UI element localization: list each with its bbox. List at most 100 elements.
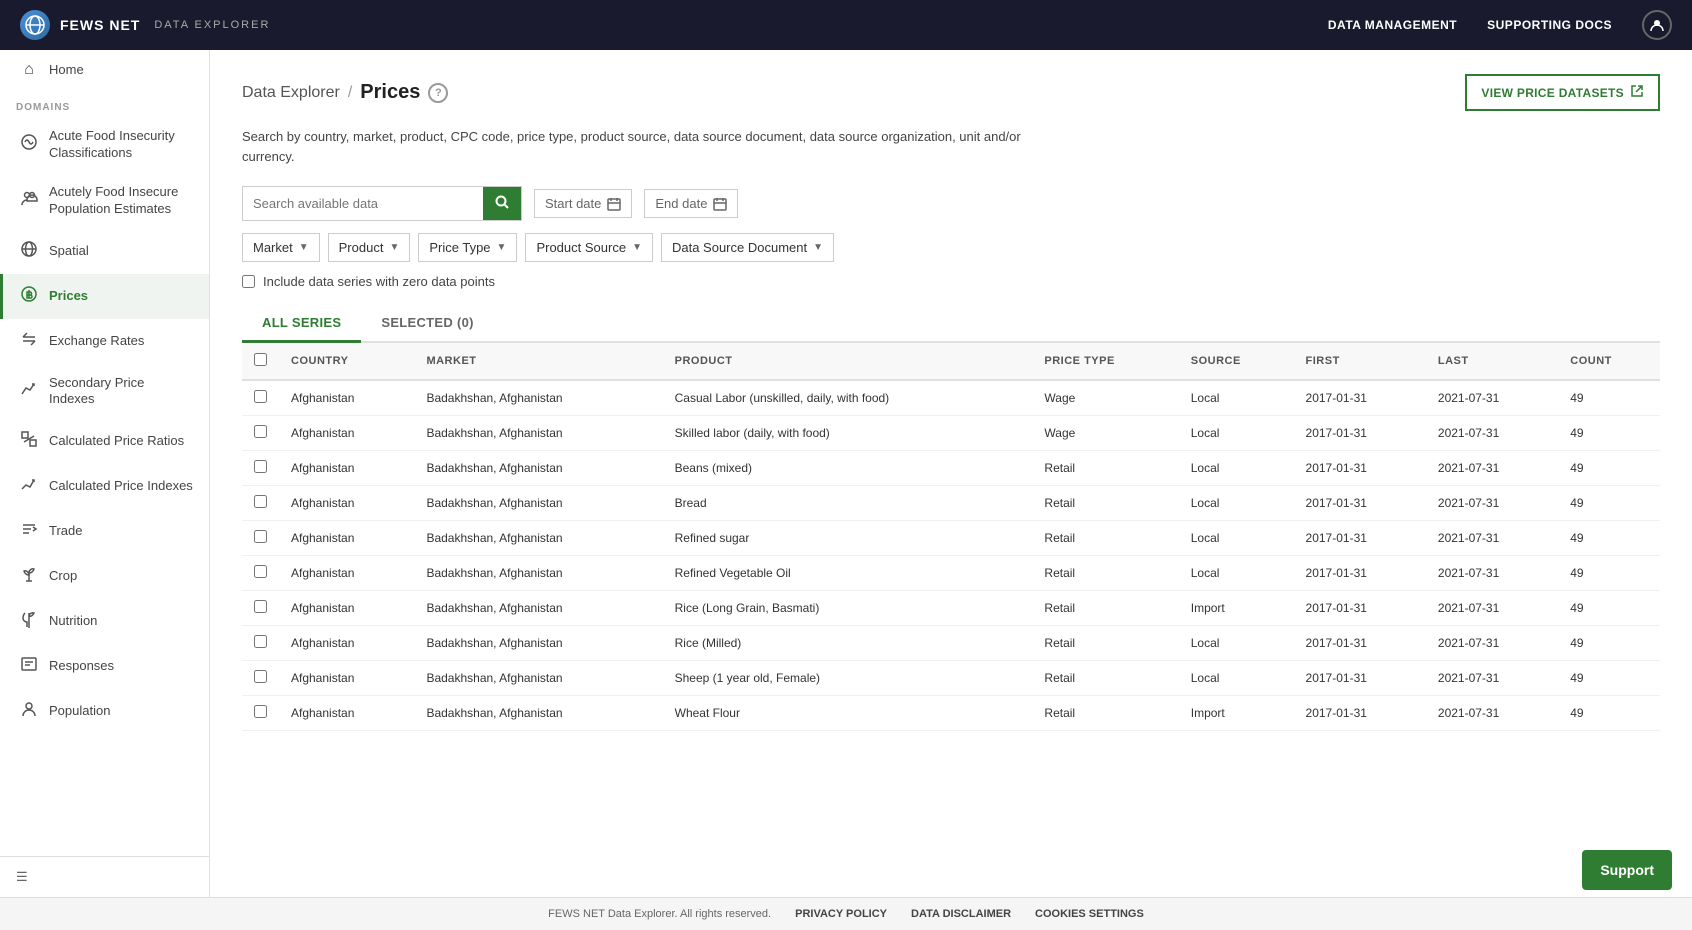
sidebar-item-spatial[interactable]: Spatial bbox=[0, 229, 209, 274]
sidebar-item-prices[interactable]: Prices bbox=[0, 274, 209, 319]
row-checkbox-5[interactable] bbox=[254, 565, 267, 578]
filter-price-type[interactable]: Price Type ▼ bbox=[418, 233, 517, 262]
price-ratios-icon bbox=[19, 430, 39, 453]
table-row[interactable]: Afghanistan Badakhshan, Afghanistan Refi… bbox=[242, 556, 1660, 591]
cell-price-type-2: Retail bbox=[1032, 451, 1178, 486]
cell-source-2: Local bbox=[1179, 451, 1294, 486]
cell-last-4: 2021-07-31 bbox=[1426, 521, 1558, 556]
view-price-datasets-btn[interactable]: VIEW PRICE DATASETS bbox=[1465, 74, 1660, 111]
row-checkbox-4[interactable] bbox=[254, 530, 267, 543]
end-date-input[interactable]: End date bbox=[644, 189, 738, 218]
cell-source-5: Local bbox=[1179, 556, 1294, 591]
row-checkbox-7[interactable] bbox=[254, 635, 267, 648]
zero-data-points-checkbox[interactable] bbox=[242, 275, 255, 288]
row-checkbox-cell[interactable] bbox=[242, 380, 279, 416]
sidebar-item-exchange-rates[interactable]: Exchange Rates bbox=[0, 319, 209, 364]
row-checkbox-cell[interactable] bbox=[242, 591, 279, 626]
page-description: Search by country, market, product, CPC … bbox=[242, 127, 1042, 166]
row-checkbox-2[interactable] bbox=[254, 460, 267, 473]
filter-market-label: Market bbox=[253, 240, 293, 255]
sidebar-label-indexes: Calculated Price Indexes bbox=[49, 478, 193, 495]
filter-product-label: Product bbox=[339, 240, 384, 255]
select-all-checkbox[interactable] bbox=[254, 353, 267, 366]
sidebar-item-responses[interactable]: Responses bbox=[0, 644, 209, 689]
sidebar-collapse-btn[interactable]: ☰ bbox=[0, 856, 209, 897]
data-disclaimer-link[interactable]: DATA DISCLAIMER bbox=[911, 908, 1011, 920]
sidebar-item-acutely-food-insecure[interactable]: Acutely Food Insecure Population Estimat… bbox=[0, 173, 209, 229]
brand-name: FEWS NET bbox=[60, 17, 140, 33]
table-row[interactable]: Afghanistan Badakhshan, Afghanistan Skil… bbox=[242, 416, 1660, 451]
sidebar-item-nutrition[interactable]: Nutrition bbox=[0, 599, 209, 644]
sidebar-item-population[interactable]: Population bbox=[0, 689, 209, 734]
cell-first-7: 2017-01-31 bbox=[1294, 626, 1426, 661]
filter-market[interactable]: Market ▼ bbox=[242, 233, 320, 262]
search-input[interactable] bbox=[243, 188, 483, 219]
cookies-settings-link[interactable]: COOKIES SETTINGS bbox=[1035, 908, 1144, 920]
row-checkbox-cell[interactable] bbox=[242, 486, 279, 521]
collapse-icon: ☰ bbox=[16, 869, 28, 885]
sidebar-item-acute-food-insecurity[interactable]: Acute Food Insecurity Classifications bbox=[0, 117, 209, 173]
table-row[interactable]: Afghanistan Badakhshan, Afghanistan Rice… bbox=[242, 626, 1660, 661]
filter-product-source[interactable]: Product Source ▼ bbox=[525, 233, 653, 262]
data-source-dropdown-arrow: ▼ bbox=[813, 242, 823, 253]
table-row[interactable]: Afghanistan Badakhshan, Afghanistan Shee… bbox=[242, 661, 1660, 696]
row-checkbox-9[interactable] bbox=[254, 705, 267, 718]
privacy-policy-link[interactable]: PRIVACY POLICY bbox=[795, 908, 887, 920]
table-row[interactable]: Afghanistan Badakhshan, Afghanistan Whea… bbox=[242, 696, 1660, 731]
row-checkbox-cell[interactable] bbox=[242, 416, 279, 451]
row-checkbox-6[interactable] bbox=[254, 600, 267, 613]
row-checkbox-cell[interactable] bbox=[242, 661, 279, 696]
filter-data-source-document[interactable]: Data Source Document ▼ bbox=[661, 233, 834, 262]
sidebar-item-home[interactable]: ⌂ Home bbox=[0, 50, 209, 90]
table-row[interactable]: Afghanistan Badakhshan, Afghanistan Bean… bbox=[242, 451, 1660, 486]
checkbox-row: Include data series with zero data point… bbox=[242, 274, 1660, 289]
header-first: FIRST bbox=[1294, 343, 1426, 380]
help-tooltip-btn[interactable]: ? bbox=[428, 83, 448, 103]
zero-data-points-label[interactable]: Include data series with zero data point… bbox=[263, 274, 495, 289]
cell-first-2: 2017-01-31 bbox=[1294, 451, 1426, 486]
cell-price-type-3: Retail bbox=[1032, 486, 1178, 521]
cell-count-6: 49 bbox=[1558, 591, 1660, 626]
sidebar-item-trade[interactable]: Trade bbox=[0, 509, 209, 554]
cell-source-3: Local bbox=[1179, 486, 1294, 521]
product-source-dropdown-arrow: ▼ bbox=[632, 242, 642, 253]
cell-first-3: 2017-01-31 bbox=[1294, 486, 1426, 521]
user-avatar[interactable] bbox=[1642, 10, 1672, 40]
sidebar-item-calculated-price-indexes[interactable]: Calculated Price Indexes bbox=[0, 464, 209, 509]
data-management-link[interactable]: DATA MANAGEMENT bbox=[1328, 18, 1457, 32]
cell-first-1: 2017-01-31 bbox=[1294, 416, 1426, 451]
sidebar-item-calculated-price-ratios[interactable]: Calculated Price Ratios bbox=[0, 419, 209, 464]
row-checkbox-cell[interactable] bbox=[242, 696, 279, 731]
row-checkbox-cell[interactable] bbox=[242, 626, 279, 661]
table-row[interactable]: Afghanistan Badakhshan, Afghanistan Rice… bbox=[242, 591, 1660, 626]
tab-selected[interactable]: SELECTED (0) bbox=[361, 305, 493, 343]
filter-product[interactable]: Product ▼ bbox=[328, 233, 411, 262]
data-table-container[interactable]: COUNTRY MARKET PRODUCT PRICE TYPE SOURCE… bbox=[242, 343, 1660, 731]
support-button[interactable]: Support bbox=[1582, 850, 1672, 890]
row-checkbox-cell[interactable] bbox=[242, 451, 279, 486]
fews-logo bbox=[20, 10, 50, 40]
supporting-docs-link[interactable]: SUPPORTING DOCS bbox=[1487, 18, 1612, 32]
calendar-icon-end bbox=[713, 197, 727, 211]
breadcrumb-link[interactable]: Data Explorer bbox=[242, 84, 340, 102]
cell-first-5: 2017-01-31 bbox=[1294, 556, 1426, 591]
row-checkbox-3[interactable] bbox=[254, 495, 267, 508]
sidebar-label-exchange: Exchange Rates bbox=[49, 333, 144, 350]
search-button[interactable] bbox=[483, 187, 521, 220]
sidebar-item-secondary-price-indexes[interactable]: Secondary Price Indexes bbox=[0, 364, 209, 420]
start-date-input[interactable]: Start date bbox=[534, 189, 632, 218]
table-row[interactable]: Afghanistan Badakhshan, Afghanistan Refi… bbox=[242, 521, 1660, 556]
row-checkbox-0[interactable] bbox=[254, 390, 267, 403]
cell-product-7: Rice (Milled) bbox=[663, 626, 1033, 661]
tab-all-series[interactable]: ALL SERIES bbox=[242, 305, 361, 343]
crop-icon bbox=[19, 565, 39, 588]
table-row[interactable]: Afghanistan Badakhshan, Afghanistan Casu… bbox=[242, 380, 1660, 416]
cell-first-0: 2017-01-31 bbox=[1294, 380, 1426, 416]
cell-country-2: Afghanistan bbox=[279, 451, 414, 486]
row-checkbox-8[interactable] bbox=[254, 670, 267, 683]
table-row[interactable]: Afghanistan Badakhshan, Afghanistan Brea… bbox=[242, 486, 1660, 521]
row-checkbox-cell[interactable] bbox=[242, 556, 279, 591]
sidebar-item-crop[interactable]: Crop bbox=[0, 554, 209, 599]
row-checkbox-1[interactable] bbox=[254, 425, 267, 438]
row-checkbox-cell[interactable] bbox=[242, 521, 279, 556]
